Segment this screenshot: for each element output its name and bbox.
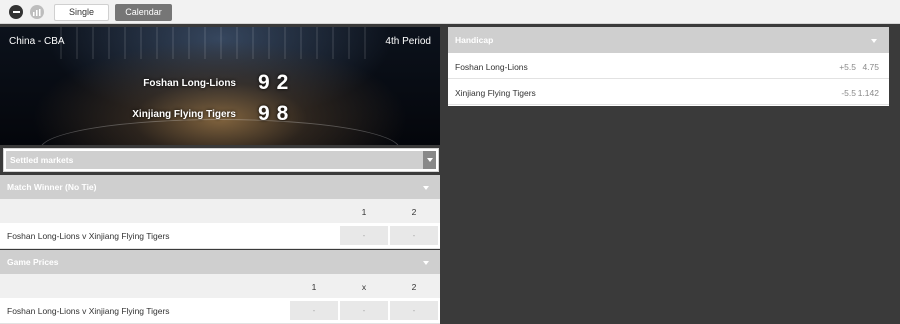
settled-markets-select[interactable]: Settled markets bbox=[3, 148, 439, 172]
stats-icon[interactable] bbox=[30, 5, 44, 19]
odds-button[interactable]: - bbox=[340, 301, 388, 320]
odds-button[interactable]: - bbox=[340, 226, 388, 245]
home-team-name: Foshan Long-Lions bbox=[143, 78, 236, 89]
scoreboard: China - CBA 4th Period Foshan Long-Lions… bbox=[0, 27, 440, 145]
arena-lights bbox=[60, 27, 380, 59]
handicap-title: Handicap bbox=[455, 35, 494, 45]
settled-markets-label: Settled markets bbox=[6, 151, 424, 169]
handicap-line: -5.5 bbox=[841, 88, 856, 98]
game-prices-title: Game Prices bbox=[7, 257, 59, 267]
handicap-price[interactable]: 4.75 bbox=[862, 62, 879, 72]
handicap-row[interactable]: Xinjiang Flying Tigers -5.5 1.142 bbox=[448, 79, 889, 105]
away-team-name: Xinjiang Flying Tigers bbox=[132, 109, 236, 120]
chevron-down-icon[interactable] bbox=[423, 261, 429, 265]
match-winner-title: Match Winner (No Tie) bbox=[7, 182, 97, 192]
home-team-score: 92 bbox=[258, 71, 296, 94]
game-prices-row: Foshan Long-Lions v Xinjiang Flying Tige… bbox=[0, 298, 440, 324]
column-label: 1 bbox=[311, 282, 317, 292]
handicap-line: +5.5 bbox=[839, 62, 856, 72]
odds-button[interactable]: - bbox=[390, 226, 438, 245]
match-winner-column-header: 1 2 bbox=[0, 199, 440, 225]
chevron-down-icon[interactable] bbox=[871, 39, 877, 43]
match-winner-row: Foshan Long-Lions v Xinjiang Flying Tige… bbox=[0, 223, 440, 249]
chevron-down-icon[interactable] bbox=[423, 186, 429, 190]
odds-button[interactable]: - bbox=[290, 301, 338, 320]
column-label: x bbox=[361, 282, 367, 292]
column-label: 2 bbox=[411, 282, 417, 292]
minus-circle-icon[interactable] bbox=[9, 5, 23, 19]
game-prices-column-header: 1 x 2 bbox=[0, 274, 440, 300]
calendar-button[interactable]: Calendar bbox=[115, 4, 172, 21]
game-period: 4th Period bbox=[385, 36, 431, 47]
column-label: 1 bbox=[361, 207, 367, 217]
stats-bars-icon bbox=[33, 8, 41, 16]
top-toolbar: Single Calendar bbox=[0, 0, 900, 24]
handicap-header[interactable]: Handicap bbox=[448, 27, 889, 53]
column-label: 2 bbox=[411, 207, 417, 217]
handicap-price[interactable]: 1.142 bbox=[858, 88, 879, 98]
league-name: China - CBA bbox=[9, 36, 65, 47]
match-winner-header[interactable]: Match Winner (No Tie) bbox=[0, 175, 440, 199]
handicap-panel: Handicap Foshan Long-Lions +5.5 4.75 Xin… bbox=[448, 27, 889, 106]
single-button[interactable]: Single bbox=[54, 4, 109, 21]
away-team-score: 98 bbox=[258, 102, 296, 125]
handicap-team: Foshan Long-Lions bbox=[455, 62, 528, 72]
event-name: Foshan Long-Lions v Xinjiang Flying Tige… bbox=[7, 231, 170, 241]
game-prices-header[interactable]: Game Prices bbox=[0, 250, 440, 274]
event-name: Foshan Long-Lions v Xinjiang Flying Tige… bbox=[7, 306, 170, 316]
handicap-row[interactable]: Foshan Long-Lions +5.5 4.75 bbox=[448, 53, 889, 79]
chevron-down-icon[interactable] bbox=[423, 151, 436, 169]
handicap-team: Xinjiang Flying Tigers bbox=[455, 88, 536, 98]
court-lines bbox=[40, 119, 400, 145]
odds-button[interactable]: - bbox=[390, 301, 438, 320]
